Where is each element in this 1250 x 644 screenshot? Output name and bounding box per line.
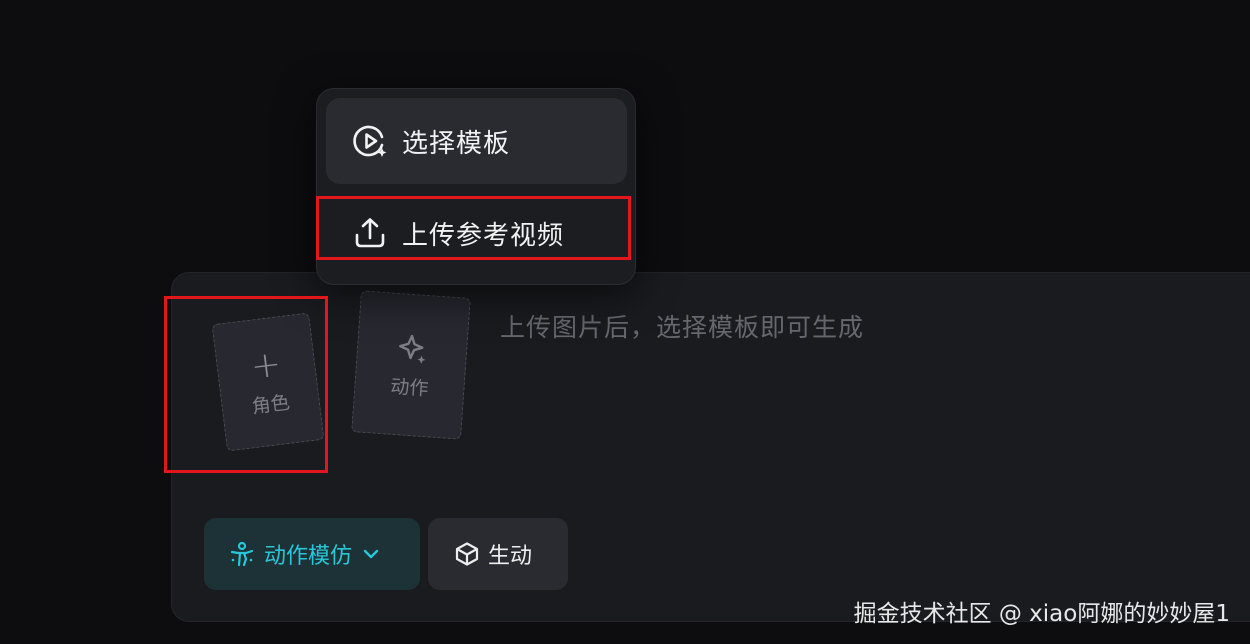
sparkle-icon xyxy=(394,329,430,365)
upload-icon xyxy=(350,213,390,253)
template-play-icon xyxy=(350,121,390,161)
upload-options-menu: 选择模板 上传参考视频 xyxy=(316,88,636,285)
watermark-text: 掘金技术社区 @ xiao阿娜的妙妙屋1 xyxy=(853,601,1230,627)
mode-select-button[interactable]: 动作模仿 xyxy=(204,518,420,590)
motion-upload-card[interactable]: 动作 xyxy=(351,290,471,440)
person-motion-icon xyxy=(228,540,256,568)
motion-card-label: 动作 xyxy=(389,375,430,400)
chevron-down-icon xyxy=(362,545,380,563)
style-button[interactable]: 生动 xyxy=(428,518,568,590)
plus-icon: + xyxy=(248,342,284,388)
cube-icon xyxy=(454,541,480,567)
menu-item-label: 上传参考视频 xyxy=(402,220,565,251)
style-label: 生动 xyxy=(488,544,533,569)
app-root: + 角色 动作 上传图片后，选择模板即可生成 动作模仿 生动 选择模板 上传参考… xyxy=(0,0,1250,644)
character-card-label: 角色 xyxy=(250,391,291,418)
menu-item-upload-reference-video[interactable]: 上传参考视频 xyxy=(326,190,627,276)
character-upload-card[interactable]: + 角色 xyxy=(211,312,325,452)
prompt-placeholder[interactable]: 上传图片后，选择模板即可生成 xyxy=(500,308,864,344)
menu-item-label: 选择模板 xyxy=(402,128,511,159)
mode-label: 动作模仿 xyxy=(264,544,353,569)
menu-item-select-template[interactable]: 选择模板 xyxy=(326,98,627,184)
